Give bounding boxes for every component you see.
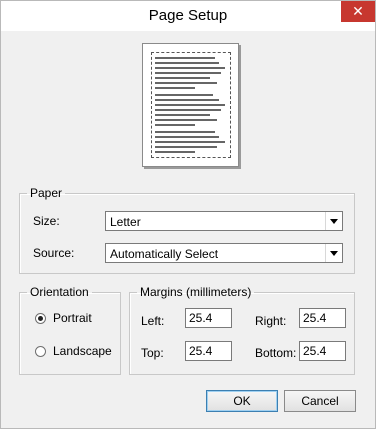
right-margin-label: Right: bbox=[255, 314, 287, 328]
landscape-radio[interactable] bbox=[35, 346, 46, 357]
paper-legend: Paper bbox=[30, 186, 63, 200]
left-margin-input[interactable] bbox=[185, 308, 232, 328]
title-bar: Page Setup ✕ bbox=[1, 1, 375, 31]
orientation-legend: Orientation bbox=[30, 285, 89, 299]
close-icon[interactable]: ✕ bbox=[341, 1, 375, 22]
preview-margin-box bbox=[151, 52, 231, 158]
ok-button[interactable]: OK bbox=[206, 390, 278, 412]
top-margin-label: Top: bbox=[141, 346, 164, 360]
source-label: Source: bbox=[33, 246, 75, 260]
size-label: Size: bbox=[33, 214, 60, 228]
portrait-radio[interactable] bbox=[35, 313, 46, 324]
landscape-label[interactable]: Landscape bbox=[53, 344, 112, 358]
orientation-group: Orientation bbox=[19, 285, 121, 375]
top-margin-input[interactable] bbox=[185, 341, 232, 361]
margins-group: Margins (millimeters) bbox=[129, 285, 355, 375]
portrait-label[interactable]: Portrait bbox=[53, 311, 92, 325]
right-margin-input[interactable] bbox=[299, 308, 346, 328]
margins-legend: Margins (millimeters) bbox=[140, 285, 252, 299]
page-setup-dialog: Page Setup ✕ Paper Size: Letter Source: … bbox=[0, 0, 376, 429]
page-preview bbox=[142, 43, 239, 167]
left-margin-label: Left: bbox=[141, 314, 165, 328]
bottom-margin-input[interactable] bbox=[299, 341, 346, 361]
chevron-down-icon[interactable] bbox=[325, 212, 342, 230]
source-select[interactable]: Automatically Select bbox=[105, 243, 343, 263]
dialog-title: Page Setup bbox=[148, 7, 228, 24]
size-select[interactable]: Letter bbox=[105, 211, 343, 231]
chevron-down-icon[interactable] bbox=[325, 244, 342, 262]
cancel-button[interactable]: Cancel bbox=[284, 390, 356, 412]
bottom-margin-label: Bottom: bbox=[255, 346, 297, 360]
size-select-value: Letter bbox=[110, 215, 141, 229]
source-select-value: Automatically Select bbox=[110, 247, 219, 261]
